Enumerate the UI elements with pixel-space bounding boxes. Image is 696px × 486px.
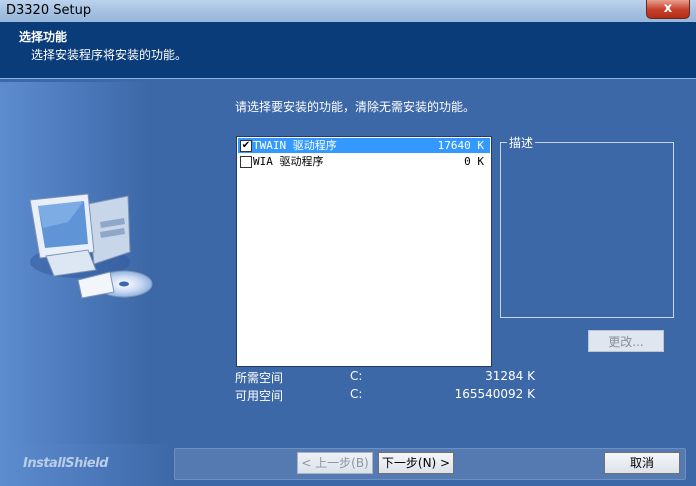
feature-size: 17640 K (437, 139, 484, 152)
page-subtitle: 选择安装程序将安装的功能。 (31, 48, 188, 62)
feature-name: WIA 驱动程序 (253, 155, 324, 168)
space-label: 可用空间 (235, 389, 284, 403)
feature-item-wia[interactable]: WIA 驱动程序 0 K (238, 154, 490, 169)
description-label: 描述 (507, 134, 536, 151)
window-title: D3320 Setup (6, 3, 92, 18)
feature-checkbox-twain[interactable]: ✔ (240, 140, 252, 152)
computer-cd-icon (29, 193, 153, 299)
page-title: 选择功能 (19, 30, 68, 44)
feature-checkbox-wia[interactable] (240, 156, 252, 168)
space-drive: C: (350, 387, 363, 401)
logo-area: InstallShield (0, 444, 174, 486)
space-value: 31284 K (485, 369, 535, 383)
space-label: 所需空间 (235, 371, 284, 385)
instruction-text: 请选择要安装的功能，清除无需安装的功能。 (235, 100, 476, 114)
feature-name: TWAIN 驱动程序 (253, 139, 337, 152)
cancel-button[interactable]: 取消 (604, 452, 680, 474)
feature-item-twain[interactable]: ✔ TWAIN 驱动程序 17640 K (238, 138, 490, 153)
side-panel (0, 82, 174, 444)
wizard-header: 选择功能 选择安装程序将安装的功能。 (0, 22, 696, 79)
feature-list[interactable]: ✔ TWAIN 驱动程序 17640 K WIA 驱动程序 0 K (236, 136, 492, 367)
next-button[interactable]: 下一步(N) > (378, 452, 454, 474)
button-bar: InstallShield < 上一步(B) 下一步(N) > 取消 (0, 444, 696, 486)
description-group: 描述 (500, 134, 674, 318)
feature-size: 0 K (464, 155, 484, 168)
installshield-logo: InstallShield (23, 456, 108, 471)
close-icon: x (663, 1, 673, 16)
space-drive: C: (350, 369, 363, 383)
setup-window: D3320 Setup x 选择功能 选择安装程序将安装的功能。 请选择要安装的… (0, 0, 696, 486)
space-value: 165540092 K (454, 387, 535, 401)
close-button[interactable]: x (646, 0, 690, 19)
title-bar[interactable]: D3320 Setup x (0, 0, 696, 22)
change-button[interactable]: 更改... (588, 330, 664, 352)
back-button[interactable]: < 上一步(B) (297, 452, 373, 474)
